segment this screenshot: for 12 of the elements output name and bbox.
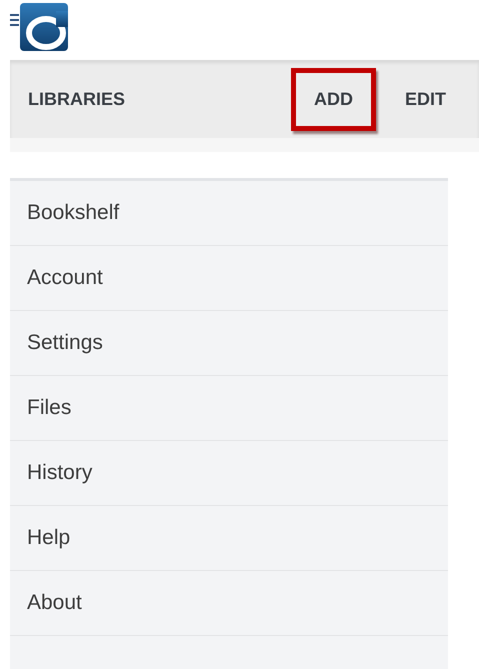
menu-item[interactable]: Files	[10, 376, 448, 441]
menu-icon[interactable]	[10, 13, 19, 27]
menu-item[interactable]: Help	[10, 506, 448, 571]
menu-item[interactable]: Settings	[10, 311, 448, 376]
menu-item[interactable]: Account	[10, 246, 448, 311]
toolbar-action[interactable]: ADD	[290, 68, 376, 130]
menu-item[interactable]: About	[10, 571, 448, 636]
logo-icon[interactable]	[20, 3, 68, 51]
menu-item[interactable]: History	[10, 441, 448, 506]
menu-item[interactable]: Bookshelf	[10, 181, 448, 246]
toolbar-title: LIBRARIES	[27, 88, 126, 110]
toolbar-action[interactable]: EDIT	[382, 68, 469, 130]
